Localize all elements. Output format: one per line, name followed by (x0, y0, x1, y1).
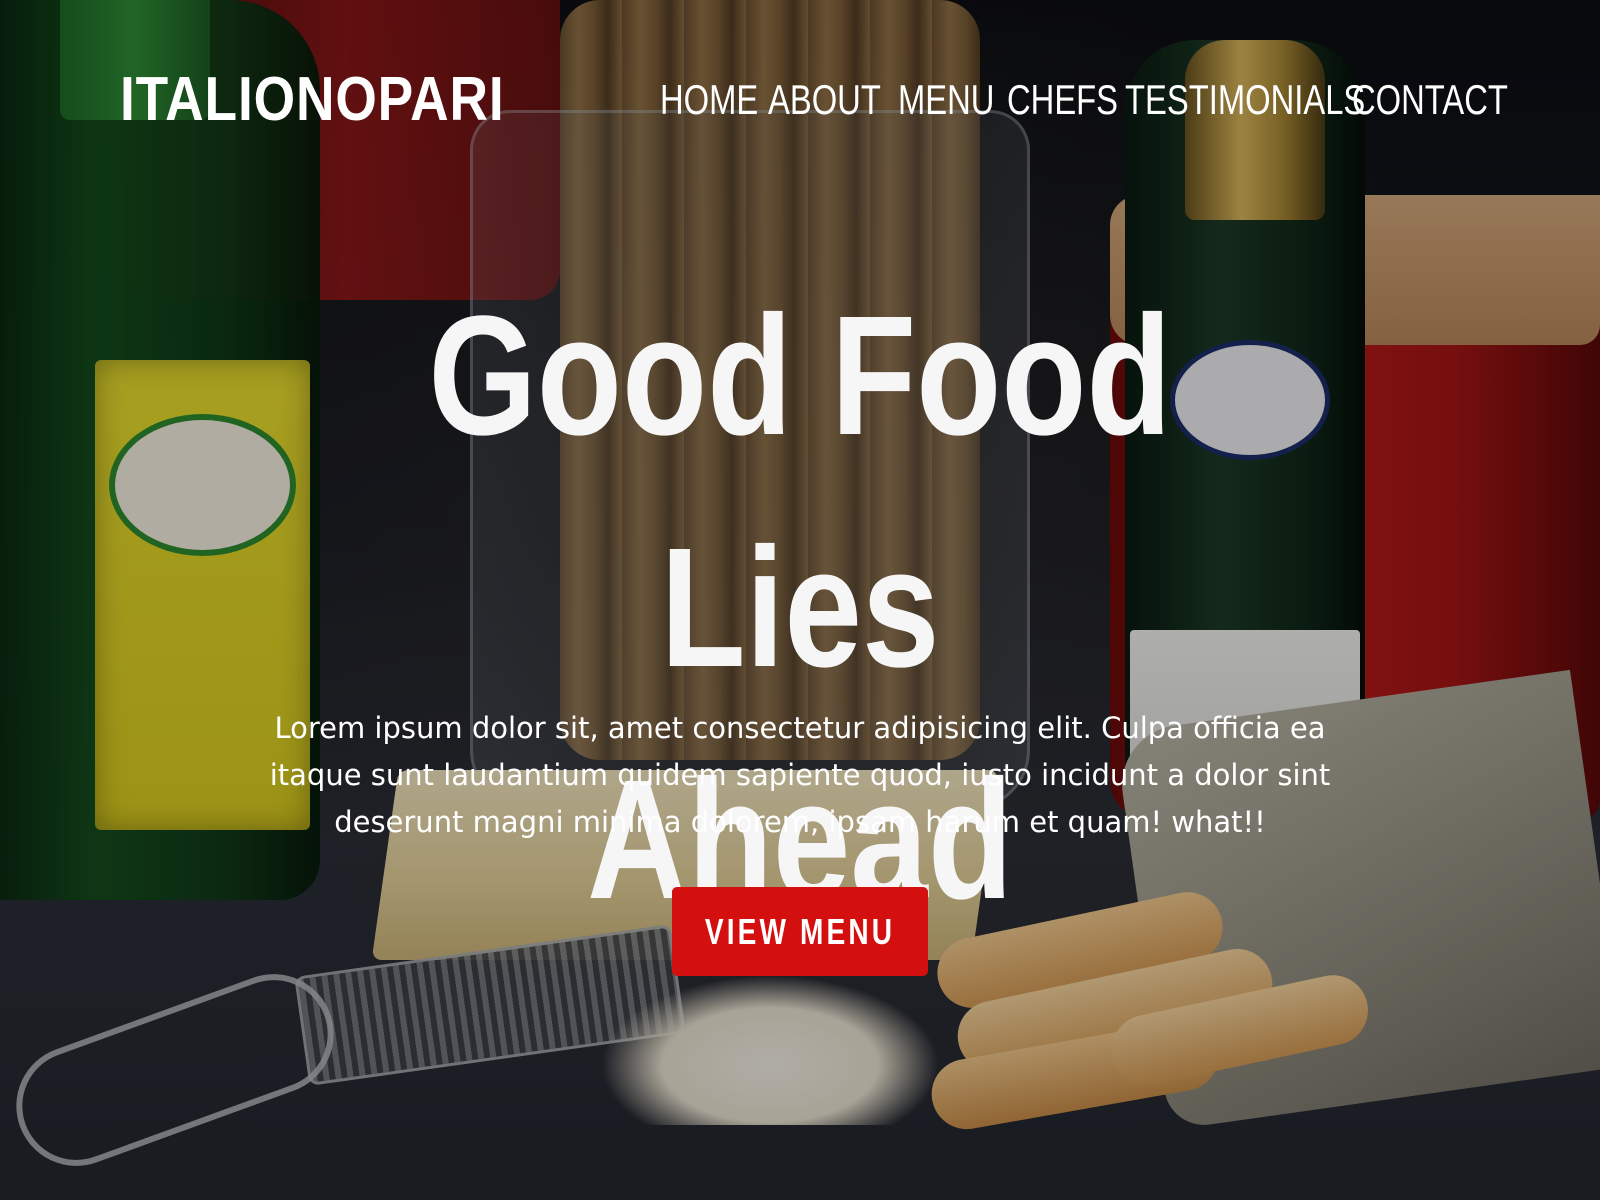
nav-link-about[interactable]: ABOUT (768, 60, 881, 140)
view-menu-button[interactable]: VIEW MENU (672, 887, 928, 976)
nav-link-testimonials[interactable]: TESTIMONIALS (1125, 60, 1365, 140)
hero-description-line-1: Lorem ipsum dolor sit, amet consectetur … (274, 711, 1326, 745)
nav-link-menu[interactable]: MENU (898, 60, 994, 140)
nav-link-home[interactable]: HOME (660, 60, 758, 140)
hero-description-line-2: itaque sunt laudantium quidem sapiente q… (269, 758, 1331, 792)
nav-item-about[interactable]: ABOUT (768, 60, 913, 140)
hero-description-line-3: deserunt magni minima dolorem, ipsam har… (334, 805, 1266, 839)
hero-section: ITALIONOPARI HOME ABOUT MENU CHEFS TESTI… (0, 0, 1600, 1200)
nav-link-contact[interactable]: CONTACT (1352, 60, 1508, 140)
top-navbar: ITALIONOPARI HOME ABOUT MENU CHEFS TESTI… (0, 60, 1600, 140)
view-menu-button-label: VIEW MENU (704, 910, 896, 952)
site-logo[interactable]: ITALIONOPARI (120, 60, 505, 140)
hero-title-line-1: Good Food Lies (428, 281, 1172, 703)
nav-link-chefs[interactable]: CHEFS (1007, 60, 1118, 140)
hero-title: Good Food Lies Ahead (308, 260, 1292, 956)
nav-item-contact[interactable]: CONTACT (1352, 60, 1552, 140)
nav-item-menu[interactable]: MENU (898, 60, 1022, 140)
hero-description: Lorem ipsum dolor sit, amet consectetur … (200, 705, 1400, 846)
